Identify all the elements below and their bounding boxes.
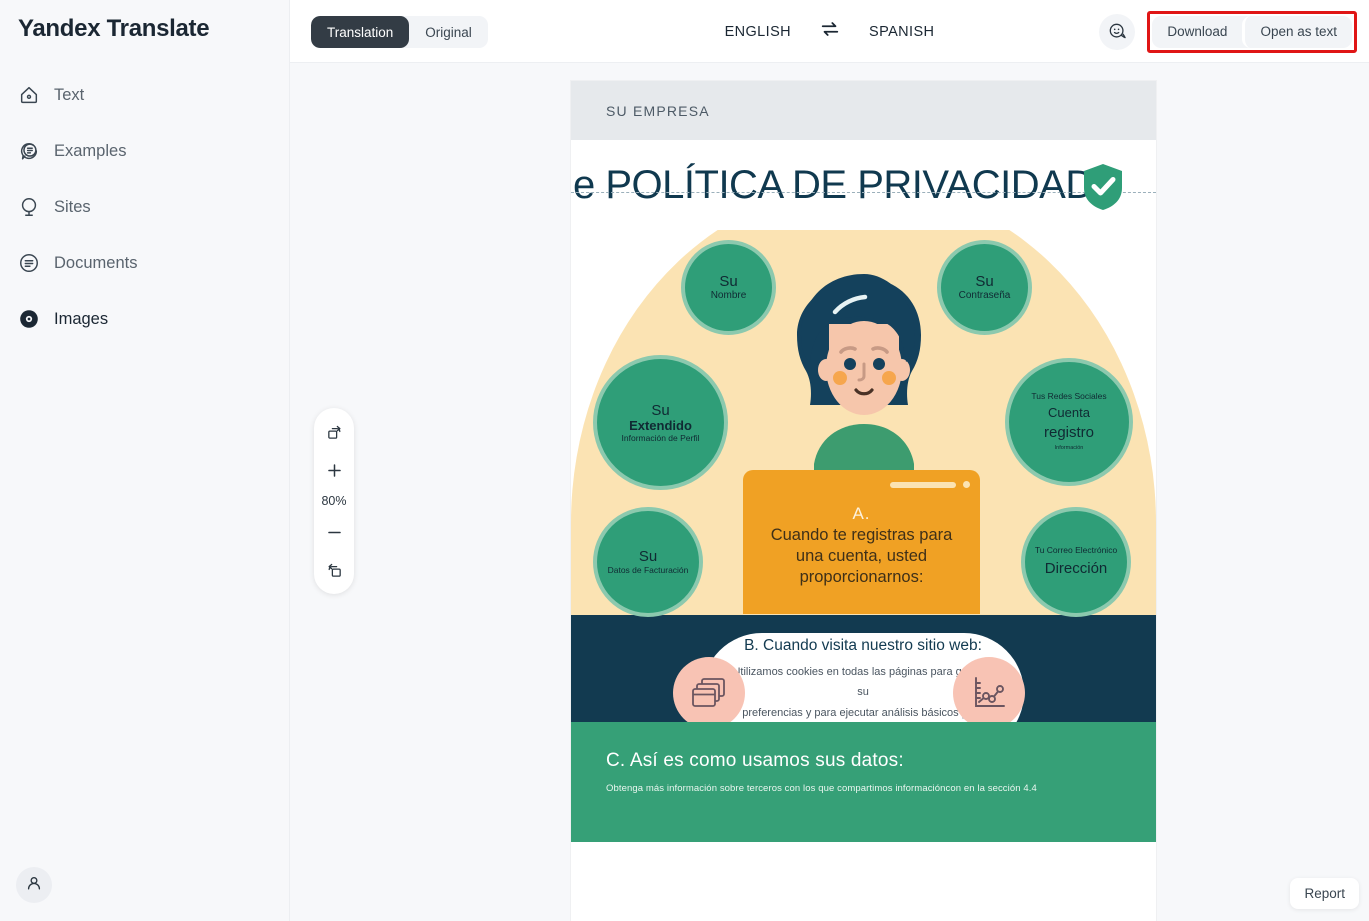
source-language[interactable]: ENGLISH xyxy=(725,24,791,40)
circle-redes-sociales: Tus Redes Sociales Cuenta registro Infor… xyxy=(1005,358,1133,486)
toolbar-right-actions: Download Open as text xyxy=(1099,0,1357,63)
document-hero: Su Nombre Su Contraseña Su Extendido Inf… xyxy=(571,230,1156,722)
document-company-label: SU EMPRESA xyxy=(606,102,710,119)
circle-line-3: Información de Perfil xyxy=(621,432,700,443)
target-language[interactable]: SPANISH xyxy=(869,24,934,40)
circle-line-4: Información xyxy=(1054,445,1084,452)
title-dashed-line xyxy=(571,192,1156,193)
tab-original[interactable]: Original xyxy=(409,16,488,48)
globe-icon xyxy=(18,196,40,218)
circle-correo: Tu Correo Electrónico Dirección xyxy=(1021,507,1131,617)
circle-line-1: Su xyxy=(719,273,738,291)
circle-line-1: Su xyxy=(975,273,994,291)
sidebar-nav: Text Examples Sites Documents Images xyxy=(0,76,289,338)
section-c-wrapper: C. Así es como usamos sus datos: Obtenga… xyxy=(571,722,1156,842)
circle-line-2: Cuenta xyxy=(1048,405,1090,421)
tab-translation[interactable]: Translation xyxy=(311,16,410,48)
circle-line-2: Nombre xyxy=(710,290,747,302)
circle-line-1: Tu Correo Electrónico xyxy=(1034,545,1118,556)
sidebar-item-sites[interactable]: Sites xyxy=(0,188,289,226)
zoom-in-button[interactable] xyxy=(320,456,348,484)
section-a-letter: A. xyxy=(852,504,871,523)
circle-line-2: Extendido xyxy=(629,417,692,433)
circle-line-2: Contraseña xyxy=(958,290,1011,302)
section-c-band: C. Así es como usamos sus datos: Obtenga… xyxy=(571,722,1156,842)
sidebar-item-images[interactable]: Images xyxy=(0,300,289,338)
sidebar-item-examples[interactable]: Examples xyxy=(0,132,289,170)
rotate-left-icon[interactable] xyxy=(320,418,348,446)
app-root: Yandex Translate Text Examples Sites Doc… xyxy=(0,0,1369,921)
document-title: e POLÍTICA DE PRIVACIDAD xyxy=(573,163,1094,207)
home-icon xyxy=(18,84,40,106)
circle-line-1: Su xyxy=(638,548,658,566)
report-button[interactable]: Report xyxy=(1290,878,1359,909)
laptop-top-bar xyxy=(890,481,970,488)
sidebar: Yandex Translate Text Examples Sites Doc… xyxy=(0,0,290,921)
sidebar-item-label: Images xyxy=(54,309,109,328)
avatar[interactable] xyxy=(16,867,52,903)
section-a-card: A. Cuando te registras para una cuenta, … xyxy=(743,470,980,614)
smiley-bubble-icon[interactable] xyxy=(1099,13,1136,50)
circle-line-3: registro xyxy=(1043,424,1095,442)
section-b-title: B. Cuando visita nuestro sitio web: xyxy=(744,637,982,655)
zoom-out-button[interactable] xyxy=(320,518,348,546)
open-as-text-button[interactable]: Open as text xyxy=(1242,15,1352,48)
zoom-level: 80% xyxy=(321,494,347,508)
circle-line-2: Datos de Facturación xyxy=(607,564,689,575)
document-icon xyxy=(18,252,40,274)
shield-check-icon xyxy=(1081,162,1125,217)
illustration-person xyxy=(771,272,957,483)
view-mode-segmented-control: Translation Original xyxy=(311,16,488,48)
chat-bubble-icon xyxy=(18,140,40,162)
section-c-subtitle: Obtenga más información sobre terceros c… xyxy=(606,783,1037,794)
swap-arrows-icon[interactable] xyxy=(819,18,841,45)
app-brand: Yandex Translate xyxy=(18,15,210,42)
stacked-windows-icon xyxy=(673,657,745,722)
line-chart-icon xyxy=(953,657,1025,722)
circle-line-1: Tus Redes Sociales xyxy=(1031,391,1107,402)
rotate-right-icon[interactable] xyxy=(320,556,348,584)
toolbar: Translation Original ENGLISH SPANISH Dow… xyxy=(290,0,1369,63)
section-a-text: Cuando te registras para una cuenta, ust… xyxy=(770,526,953,587)
main-area: Translation Original ENGLISH SPANISH Dow… xyxy=(290,0,1369,921)
circle-su-nombre: Su Nombre xyxy=(681,240,776,335)
sidebar-item-documents[interactable]: Documents xyxy=(0,244,289,282)
sidebar-item-label: Text xyxy=(54,85,85,104)
document-company-header: SU EMPRESA xyxy=(571,81,1156,140)
download-button[interactable]: Download xyxy=(1152,16,1242,48)
document-actions: Download Open as text xyxy=(1152,15,1352,48)
sidebar-item-label: Sites xyxy=(54,197,91,216)
circle-su-extendido: Su Extendido Información de Perfil xyxy=(593,355,728,490)
section-c-title: C. Así es como usamos sus datos: xyxy=(606,750,904,771)
sidebar-item-label: Documents xyxy=(54,253,138,272)
download-actions-highlight: Download Open as text xyxy=(1147,10,1357,53)
document-title-row: e POLÍTICA DE PRIVACIDAD xyxy=(571,140,1156,230)
user-icon xyxy=(24,873,44,898)
document-viewer: 80% SU EMPRESA e POLÍTICA DE PRIVACIDAD … xyxy=(290,63,1369,921)
image-icon xyxy=(18,308,40,330)
sidebar-item-text[interactable]: Text xyxy=(0,76,289,114)
zoom-controls: 80% xyxy=(314,408,354,594)
circle-facturacion: Su Datos de Facturación xyxy=(593,507,703,617)
circle-line-1: Su xyxy=(651,401,670,419)
sidebar-item-label: Examples xyxy=(54,141,127,160)
document-page[interactable]: SU EMPRESA e POLÍTICA DE PRIVACIDAD Su N… xyxy=(571,81,1156,921)
circle-line-2: Dirección xyxy=(1044,560,1108,578)
